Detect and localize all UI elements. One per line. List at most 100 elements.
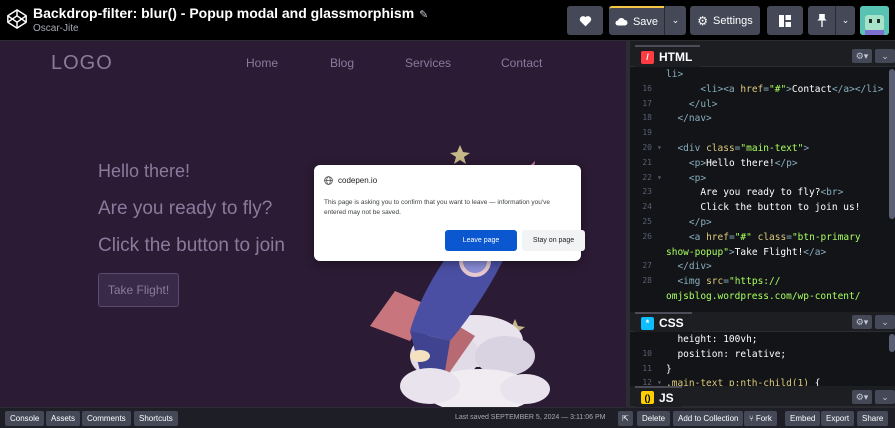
heart-button[interactable] — [567, 6, 603, 35]
js-tab[interactable]: () JS — [635, 386, 682, 407]
code-token: </p> — [774, 157, 798, 169]
code-token: li> — [666, 69, 684, 80]
code-text: </nav> — [666, 113, 712, 125]
fold-toggle-icon[interactable]: ▾ — [657, 173, 662, 182]
dialog-message: This page is asking you to confirm that … — [324, 199, 550, 216]
assets-button[interactable]: Assets — [46, 411, 81, 426]
codepen-window: Backdrop-filter: blur() - Popup modal an… — [0, 0, 895, 428]
pin-button-group: ⌄ — [808, 6, 855, 35]
add-to-collection-button[interactable]: Add to Collection — [673, 411, 744, 426]
line-number: 26 — [642, 231, 652, 241]
fork-button[interactable]: ⑂ Fork — [744, 411, 777, 426]
js-badge-icon: () — [641, 391, 654, 404]
code-token: href — [706, 231, 729, 243]
save-button[interactable]: Save — [609, 6, 664, 35]
save-button-group: Save ⌄ — [609, 6, 686, 35]
change-view-button[interactable] — [767, 6, 803, 35]
html-settings-button[interactable]: ⚙▾ — [852, 49, 872, 63]
css-tab[interactable]: * CSS — [635, 312, 692, 332]
fold-toggle-icon[interactable]: ▾ — [657, 378, 662, 386]
code-text: </ul> — [666, 99, 718, 110]
code-token: class — [706, 143, 735, 154]
code-text: .main-text p:nth-child(1) { — [666, 378, 820, 386]
code-token: Are you ready to fly? — [666, 187, 821, 199]
pin-button[interactable] — [808, 6, 835, 35]
html-code-editor[interactable]: li> 16 <li><a href="#">Contact</a></li> 17… — [630, 67, 895, 312]
line-number: 22 — [642, 172, 652, 182]
code-token: show-popup" — [666, 246, 729, 258]
pin-icon — [816, 14, 827, 27]
save-label: Save — [632, 15, 659, 28]
embed-button[interactable]: Embed — [785, 411, 821, 426]
nav-contact[interactable]: Contact — [501, 56, 542, 70]
js-settings-button[interactable]: ⚙▾ — [852, 390, 872, 404]
save-options-button[interactable]: ⌄ — [664, 6, 686, 35]
code-token: position — [666, 348, 724, 360]
pencil-icon[interactable]: ✎ — [419, 8, 428, 21]
fold-toggle-icon[interactable]: ▾ — [657, 143, 662, 152]
user-avatar[interactable] — [860, 6, 889, 35]
delete-button[interactable]: Delete — [637, 411, 671, 426]
gear-icon: ⚙▾ — [855, 50, 869, 61]
nav-home[interactable]: Home — [246, 56, 278, 70]
code-token: Click the button to join us! — [666, 202, 861, 214]
pin-options-button[interactable]: ⌄ — [835, 6, 855, 35]
code-token: height: 100vh; — [666, 334, 758, 345]
share-button[interactable]: Share — [857, 411, 889, 426]
comments-button[interactable]: Comments — [82, 411, 131, 426]
code-token: </ul> — [688, 98, 718, 110]
gear-icon: ⚙▾ — [855, 316, 869, 327]
css-pane-header: * CSS ⚙▾ ⌄ — [630, 312, 895, 332]
js-tab-label: JS — [659, 390, 674, 405]
export-button[interactable]: Export — [821, 411, 855, 426]
html-scrollbar[interactable] — [889, 69, 895, 219]
code-token: <div — [677, 143, 707, 154]
globe-icon — [324, 176, 333, 185]
line-number: 18 — [642, 113, 652, 123]
html-tab[interactable]: / HTML — [635, 45, 701, 67]
stay-on-page-button[interactable]: Stay on page — [522, 230, 585, 251]
code-text: <li><a href="#">Contact</a></li> — [666, 84, 883, 95]
line-number: 25 — [642, 217, 652, 226]
footer: Console Assets Comments Shortcuts Last s… — [0, 407, 895, 428]
settings-button[interactable]: ⚙ Settings — [690, 6, 760, 35]
code-token: "btn-primary — [791, 231, 861, 243]
line-number: 20 — [642, 143, 652, 152]
line-number: 28 — [642, 276, 652, 286]
site-logo[interactable]: LOGO — [51, 52, 113, 75]
html-collapse-button[interactable]: ⌄ — [875, 49, 895, 63]
code-token: </nav> — [677, 113, 712, 125]
code-token: Contact — [791, 83, 832, 95]
code-text: height: 100vh; — [666, 334, 758, 345]
code-token: <a — [688, 231, 707, 243]
css-scrollbar[interactable] — [889, 334, 895, 352]
gear-icon: ⚙▾ — [855, 391, 869, 402]
code-token: Take Flight! — [734, 246, 804, 258]
line-number: 12 — [642, 378, 652, 386]
shortcuts-button[interactable]: Shortcuts — [134, 411, 178, 426]
take-flight-button[interactable]: Take Flight! — [98, 273, 179, 307]
nav-blog[interactable]: Blog — [330, 56, 354, 70]
pen-author[interactable]: Oscar-Jite — [33, 23, 79, 34]
code-text: <p>Hello there!</p> — [666, 158, 798, 169]
nav-services[interactable]: Services — [405, 56, 451, 70]
css-settings-button[interactable]: ⚙▾ — [852, 315, 872, 329]
console-button[interactable]: Console — [5, 411, 45, 426]
css-code-editor[interactable]: height: 100vh; 10 position: relative; 11} 1… — [630, 332, 895, 386]
code-token: { — [809, 378, 821, 386]
pen-title[interactable]: Backdrop-filter: blur() - Popup modal an… — [33, 5, 428, 21]
css-collapse-button[interactable]: ⌄ — [875, 315, 895, 329]
js-pane-header: () JS ⚙▾ ⌄ — [630, 386, 895, 407]
settings-label: Settings — [713, 14, 753, 27]
open-external-button[interactable]: ⇱ — [618, 411, 633, 426]
line-number: 16 — [642, 83, 652, 93]
gear-icon: ⚙ — [697, 13, 708, 28]
js-collapse-button[interactable]: ⌄ — [875, 390, 895, 404]
layout-icon — [779, 14, 791, 27]
codepen-logo-icon[interactable] — [6, 8, 28, 30]
leave-page-button[interactable]: Leave page — [445, 230, 517, 251]
